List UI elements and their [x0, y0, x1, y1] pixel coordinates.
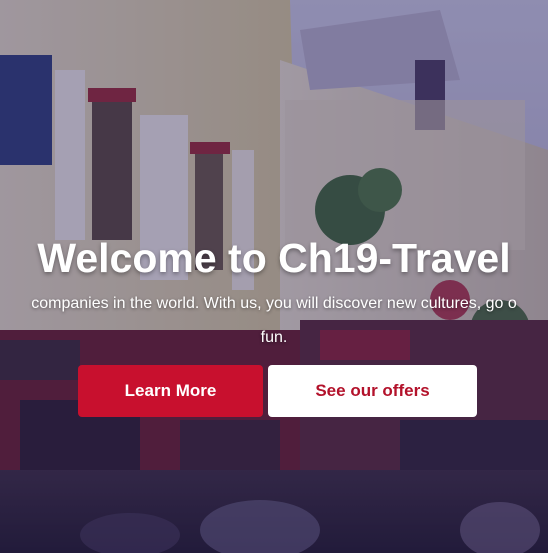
hero-title: Welcome to Ch19-Travel	[37, 235, 511, 281]
hero-section: Welcome to Ch19-Travel companies in the …	[0, 0, 548, 553]
see-our-offers-button[interactable]: See our offers	[268, 365, 477, 417]
hero-description-line1: companies in the world. With us, you wil…	[31, 295, 517, 312]
learn-more-button[interactable]: Learn More	[78, 365, 263, 417]
hero-content: Welcome to Ch19-Travel companies in the …	[0, 228, 548, 356]
hero-description: companies in the world. With us, you wil…	[0, 288, 548, 356]
hero-description-line2: fun.	[260, 329, 288, 346]
hero-buttons: Learn More See our offers	[0, 365, 548, 417]
